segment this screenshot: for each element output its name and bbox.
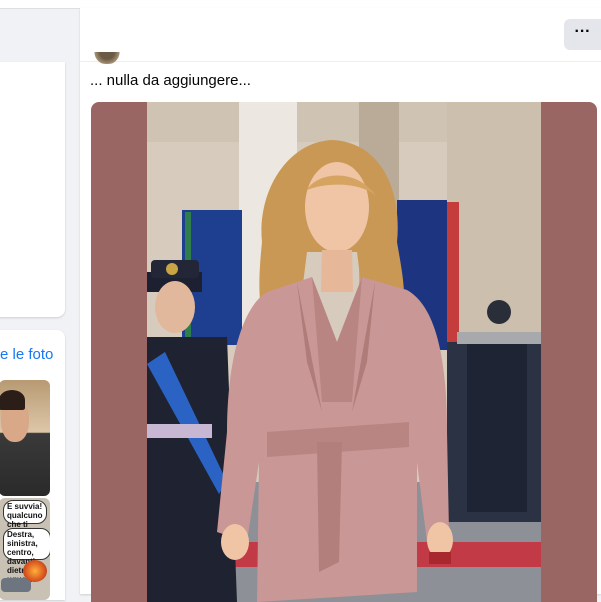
person-hair [0,390,25,410]
more-options-button[interactable]: ··· [564,19,601,50]
meme-thumbnail[interactable]: E suvvia! qualcuno che ti prende? Destra… [0,498,50,600]
photo-image [147,102,541,602]
photo-thumbnail[interactable] [0,380,50,496]
author-avatar[interactable] [94,52,120,64]
left-sidebar-card [0,62,65,317]
post-text: ... nulla da aggiungere... [90,72,251,89]
post-card: ··· ... nulla da aggiungere... [80,8,601,602]
fire-shape [23,560,47,582]
meme-speech-bubble: Destra, sinistra, centro, davanti, dietr… [3,528,50,584]
photos-card: e le foto E suvvia! qualcuno che ti pren… [0,330,65,600]
meme-speech-bubble: E suvvia! qualcuno che ti prende? [3,500,47,538]
car-shape [1,578,31,592]
see-all-photos-link[interactable]: e le foto [0,346,53,363]
post-photo[interactable] [91,102,597,602]
photo-illustration [147,102,541,602]
header-divider [80,61,601,62]
